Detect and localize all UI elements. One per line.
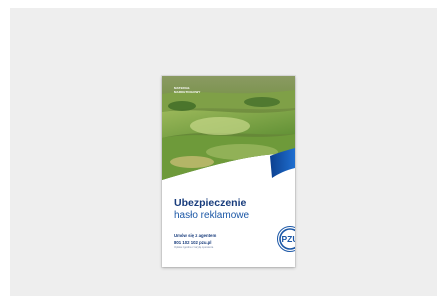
flyer-preview[interactable]: MATERIAŁ MARKETINGOWY Ubezpieczenie hasł… [162, 76, 295, 267]
pzu-logo-text: PZU [282, 234, 296, 244]
marketing-material-label: MATERIAŁ MARKETINGOWY [174, 86, 201, 94]
phone-and-website: 801 102 102 pzu.pl [174, 240, 212, 245]
pzu-logo-icon: PZU [277, 226, 295, 252]
flyer-headline: Ubezpieczenie [174, 197, 247, 209]
agent-contact-text: Umów się z agentem [174, 233, 217, 238]
preview-canvas: MATERIAŁ MARKETINGOWY Ubezpieczenie hasł… [10, 8, 437, 296]
flyer-slogan: hasło reklamowe [174, 210, 250, 221]
hero-landscape-image: MATERIAŁ MARKETINGOWY [162, 76, 295, 188]
fee-disclaimer: Opłata zgodna z taryfą operatora [174, 246, 214, 249]
